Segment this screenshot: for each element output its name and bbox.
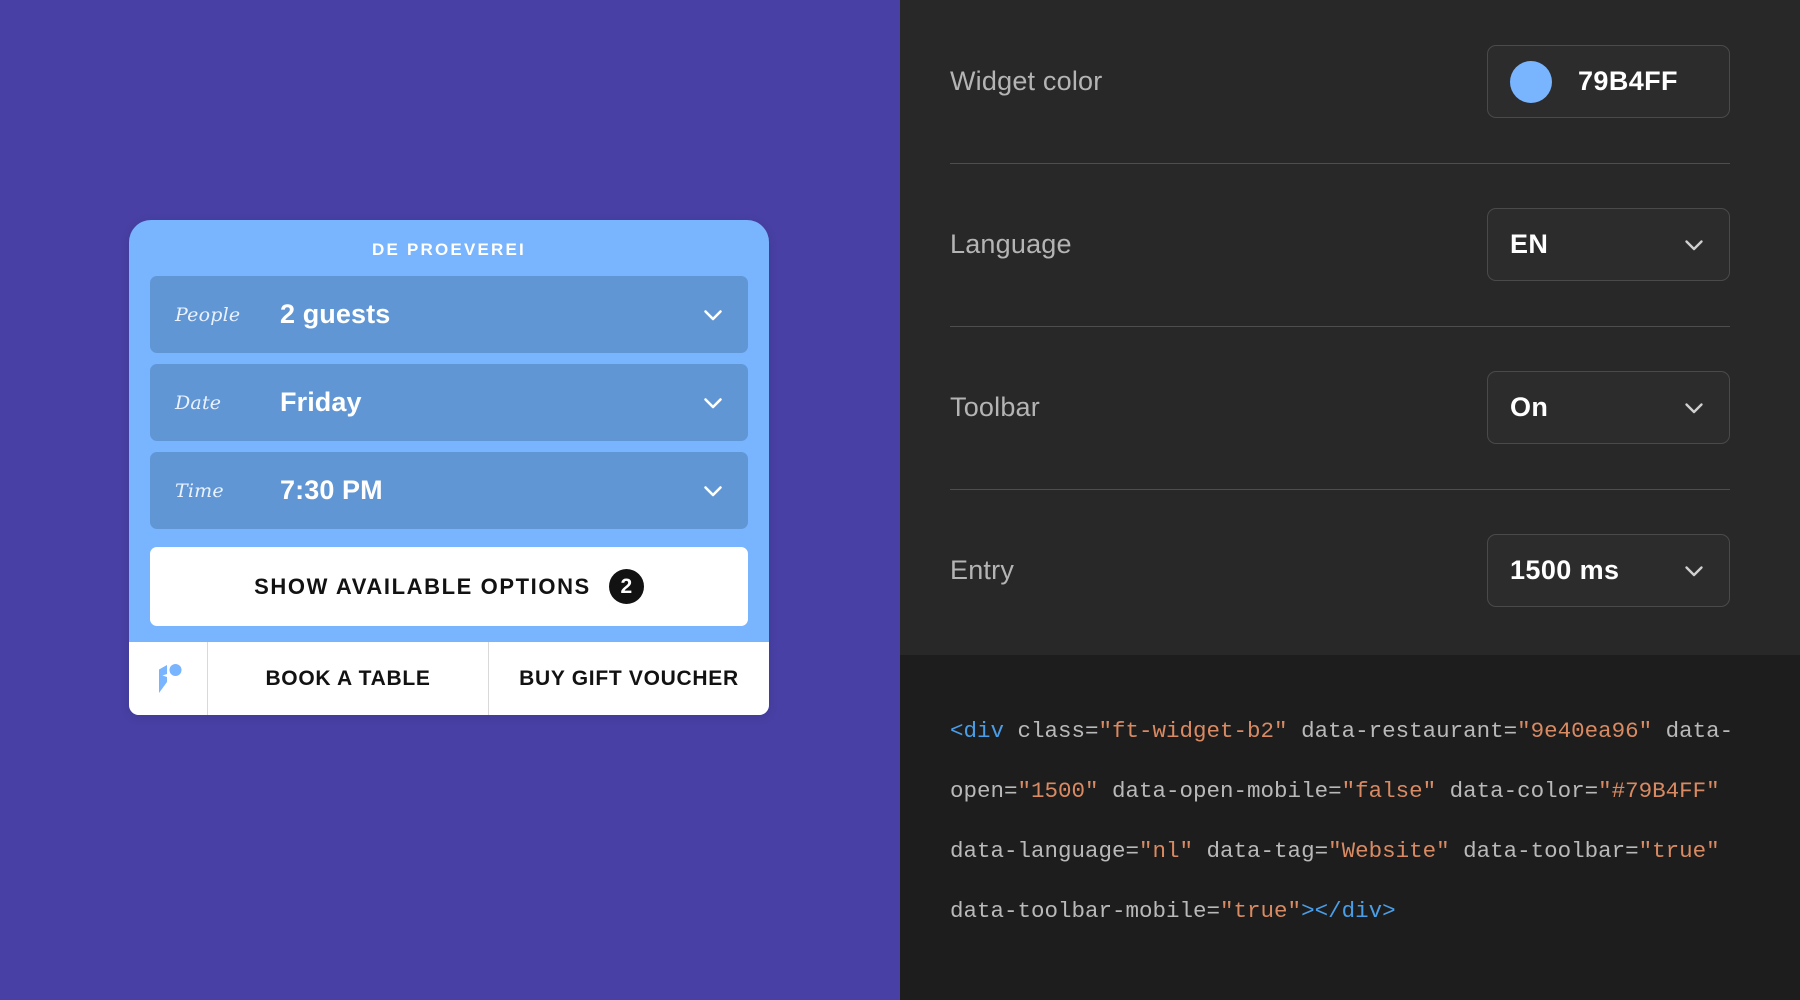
settings-pane: Widget color 79B4FF Language EN Toolbar … <box>900 0 1800 1000</box>
chevron-down-icon <box>1681 395 1707 421</box>
code-token: data-language= <box>950 838 1140 864</box>
code-token: "nl" <box>1139 838 1194 864</box>
formitable-logo-icon[interactable] <box>129 642 208 715</box>
code-token: data-toolbar-mobile= <box>950 898 1221 924</box>
code-token: "#79B4FF" <box>1598 778 1720 804</box>
show-available-options-button[interactable]: SHOW AVAILABLE OPTIONS 2 <box>150 547 748 626</box>
settings-list: Widget color 79B4FF Language EN Toolbar … <box>900 0 1800 655</box>
chevron-down-icon <box>700 478 726 504</box>
code-token: "1500" <box>1017 778 1099 804</box>
booking-widget: DE PROEVEREI People 2 guests Date Friday <box>129 220 769 715</box>
book-a-table-button[interactable]: BOOK A TABLE <box>208 642 488 715</box>
color-swatch-icon <box>1510 60 1552 103</box>
entry-select[interactable]: 1500 ms <box>1487 534 1730 607</box>
time-field-value: 7:30 PM <box>280 475 383 505</box>
code-token: data-restaurant= <box>1287 718 1518 744</box>
code-token: "true" <box>1638 838 1720 864</box>
chevron-down-icon <box>1681 232 1707 258</box>
toolbar-label: Toolbar <box>950 392 1040 422</box>
entry-label: Entry <box>950 555 1015 585</box>
widget-color-value: 79B4FF <box>1578 66 1678 96</box>
chevron-down-icon <box>1681 558 1707 584</box>
code-token: ></div> <box>1301 898 1396 924</box>
widget-configurator-screen: DE PROEVEREI People 2 guests Date Friday <box>0 0 1800 1000</box>
embed-code-snippet[interactable]: <div class="ft-widget-b2" data-restauran… <box>900 655 1800 1000</box>
widget-body: People 2 guests Date Friday Time 7:30 PM… <box>129 276 769 642</box>
time-field-label: Time <box>175 479 224 502</box>
restaurant-name: DE PROEVEREI <box>372 240 526 259</box>
code-token: class= <box>1004 718 1099 744</box>
date-field-value: Friday <box>280 387 362 417</box>
code-token: "true" <box>1220 898 1302 924</box>
widget-color-picker[interactable]: 79B4FF <box>1487 45 1730 118</box>
date-field-label: Date <box>175 391 222 414</box>
show-available-options-label: SHOW AVAILABLE OPTIONS <box>254 573 591 599</box>
code-token: "ft-widget-b2" <box>1098 718 1288 744</box>
available-options-count-badge: 2 <box>608 569 644 604</box>
code-token: "9e40ea96" <box>1517 718 1653 744</box>
code-token: "Website" <box>1328 838 1450 864</box>
chevron-down-icon <box>700 390 726 416</box>
people-field-value: 2 guests <box>280 299 391 329</box>
entry-value: 1500 ms <box>1510 555 1620 585</box>
buy-gift-voucher-button[interactable]: BUY GIFT VOUCHER <box>488 642 769 715</box>
widget-color-label: Widget color <box>950 66 1103 96</box>
language-select[interactable]: EN <box>1487 208 1730 281</box>
code-token: <div <box>950 718 1005 744</box>
widget-preview-pane: DE PROEVEREI People 2 guests Date Friday <box>0 0 900 1000</box>
chevron-down-icon <box>700 302 726 328</box>
code-token: data-color= <box>1436 778 1599 804</box>
code-token: data-open-mobile= <box>1098 778 1342 804</box>
date-field[interactable]: Date Friday <box>150 364 748 441</box>
language-label: Language <box>950 229 1072 259</box>
setting-row-language: Language EN <box>950 163 1730 326</box>
widget-toolbar: BOOK A TABLE BUY GIFT VOUCHER <box>129 642 769 715</box>
code-token: data-toolbar= <box>1449 838 1639 864</box>
people-field[interactable]: People 2 guests <box>150 276 748 353</box>
code-token: "false" <box>1341 778 1437 804</box>
setting-row-entry: Entry 1500 ms <box>950 489 1730 652</box>
setting-row-toolbar: Toolbar On <box>950 326 1730 489</box>
widget-header: DE PROEVEREI <box>129 220 769 276</box>
setting-row-widget-color: Widget color 79B4FF <box>950 0 1730 163</box>
toolbar-select[interactable]: On <box>1487 371 1730 444</box>
time-field[interactable]: Time 7:30 PM <box>150 452 748 529</box>
toolbar-value: On <box>1510 392 1549 422</box>
people-field-label: People <box>175 303 241 326</box>
book-a-table-label: BOOK A TABLE <box>265 666 431 690</box>
buy-gift-voucher-label: BUY GIFT VOUCHER <box>519 666 739 690</box>
language-value: EN <box>1510 229 1549 259</box>
code-token: data-tag= <box>1193 838 1329 864</box>
